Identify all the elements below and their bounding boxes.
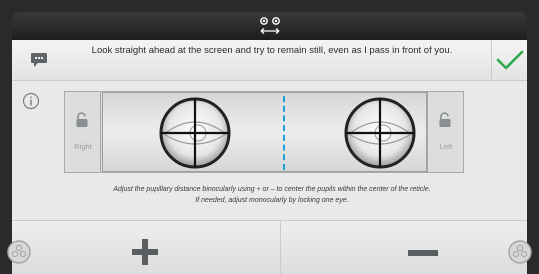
eyes-arrows-icon bbox=[259, 17, 280, 34]
eye-viewer bbox=[102, 92, 427, 172]
reticle-eye-left bbox=[159, 97, 231, 169]
reticle-eye-right bbox=[344, 97, 416, 169]
decrease-button[interactable] bbox=[280, 221, 527, 274]
instruction-text: Look straight ahead at the screen and tr… bbox=[91, 45, 453, 56]
top-bar bbox=[12, 12, 527, 40]
checkmark-icon bbox=[496, 50, 524, 70]
center-guide-line bbox=[283, 96, 285, 170]
unlock-icon bbox=[439, 112, 451, 127]
lock-label-right: Right bbox=[74, 142, 92, 151]
confirm-button[interactable] bbox=[491, 40, 527, 80]
unlock-icon bbox=[76, 112, 88, 127]
dial-knob-icon[interactable] bbox=[6, 239, 32, 265]
chat-bubble-icon bbox=[31, 53, 47, 67]
instruction-bar: Look straight ahead at the screen and tr… bbox=[12, 40, 527, 81]
plus-icon bbox=[132, 239, 158, 265]
dial-knob-icon[interactable] bbox=[507, 239, 533, 265]
main-panel: Look straight ahead at the screen and tr… bbox=[7, 40, 532, 274]
increase-button[interactable] bbox=[12, 221, 280, 274]
adjust-controls bbox=[7, 220, 532, 274]
hint-line-1: Adjust the pupillary distance binocularl… bbox=[113, 186, 431, 193]
reticle-frame: Right Left bbox=[64, 91, 464, 173]
minus-icon bbox=[408, 250, 438, 256]
lock-left-eye-button[interactable]: Left bbox=[427, 92, 463, 172]
lock-right-eye-button[interactable]: Right bbox=[65, 92, 101, 172]
adjustment-hint: Adjust the pupillary distance binocularl… bbox=[52, 184, 492, 206]
hint-line-2: If needed, adjust monocularly by locking… bbox=[195, 197, 349, 204]
lock-label-left: Left bbox=[439, 142, 453, 151]
info-icon[interactable] bbox=[22, 92, 40, 110]
